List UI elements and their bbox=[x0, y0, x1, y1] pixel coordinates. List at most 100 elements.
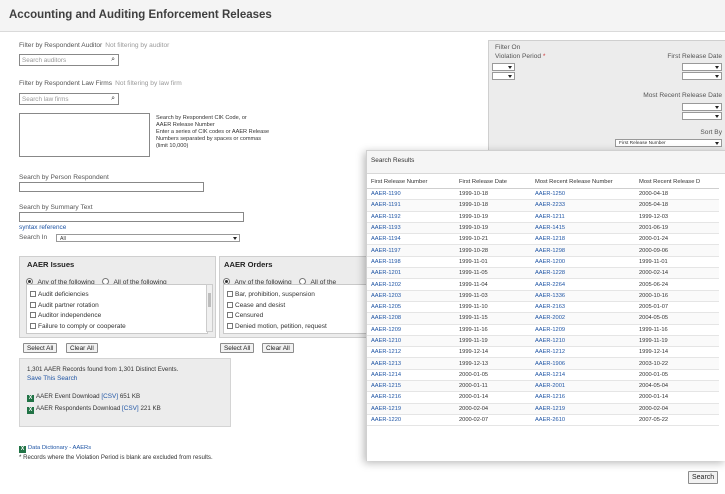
release-number-link[interactable]: AAER-1298 bbox=[531, 244, 635, 257]
release-number-link[interactable]: AAER-1208 bbox=[367, 312, 455, 325]
column-header[interactable]: First Release Date bbox=[455, 176, 531, 189]
release-date-cell: 1999-10-21 bbox=[455, 233, 531, 246]
syntax-reference-link[interactable]: syntax reference bbox=[19, 224, 66, 231]
table-row: AAER-1219 2000-02-04 AAER-1219 2000-02-04 bbox=[367, 403, 719, 415]
release-number-link[interactable]: AAER-1191 bbox=[367, 199, 455, 212]
summary-input[interactable] bbox=[19, 212, 244, 222]
release-number-link[interactable]: AAER-1212 bbox=[531, 346, 635, 359]
list-item[interactable]: Denied motion, petition, request bbox=[227, 322, 366, 334]
release-number-link[interactable]: AAER-1205 bbox=[367, 301, 455, 314]
release-date-cell: 2003-10-22 bbox=[635, 357, 719, 370]
first-release-to-select[interactable] bbox=[682, 72, 722, 80]
release-number-link[interactable]: AAER-1211 bbox=[531, 211, 635, 223]
list-item[interactable]: Bar, prohibition, suspension bbox=[227, 291, 366, 302]
violation-from-select[interactable] bbox=[492, 63, 515, 71]
release-number-link[interactable]: AAER-1215 bbox=[367, 380, 455, 393]
release-number-link[interactable]: AAER-2233 bbox=[531, 199, 635, 212]
release-number-link[interactable]: AAER-1220 bbox=[367, 414, 455, 427]
list-item[interactable]: Failure to comply or cooperate bbox=[30, 322, 207, 334]
release-date-cell: 1999-11-19 bbox=[635, 335, 719, 348]
release-number-link[interactable]: AAER-1201 bbox=[367, 267, 455, 280]
results-table: First Release Number First Release Date … bbox=[367, 176, 719, 427]
release-date-cell: 1999-11-16 bbox=[635, 324, 719, 336]
release-number-link[interactable]: AAER-1250 bbox=[531, 188, 635, 201]
sort-by-select[interactable]: First Release Number bbox=[615, 139, 722, 147]
recent-release-label: Most Recent Release Date bbox=[643, 92, 722, 99]
release-number-link[interactable]: AAER-1190 bbox=[367, 188, 455, 201]
release-number-link[interactable]: AAER-1210 bbox=[531, 335, 635, 348]
issues-select-all-button[interactable]: Select All bbox=[23, 343, 58, 353]
respondents-csv-link[interactable]: [CSV] bbox=[122, 405, 139, 412]
release-number-link[interactable]: AAER-1212 bbox=[367, 346, 455, 359]
release-number-link[interactable]: AAER-1219 bbox=[367, 403, 455, 415]
release-number-link[interactable]: AAER-1202 bbox=[367, 278, 455, 291]
release-number-link[interactable]: AAER-2163 bbox=[531, 301, 635, 314]
release-number-link[interactable]: AAER-2264 bbox=[531, 278, 635, 291]
column-header[interactable]: Most Recent Release Number bbox=[531, 176, 635, 189]
list-item[interactable]: Auditor independence bbox=[30, 312, 207, 323]
first-release-from-select[interactable] bbox=[682, 63, 722, 71]
column-header[interactable]: First Release Number bbox=[367, 176, 455, 189]
search-button[interactable]: Search bbox=[688, 471, 719, 484]
excel-icon: X bbox=[27, 395, 34, 402]
orders-select-all-button[interactable]: Select All bbox=[220, 343, 255, 353]
auditor-search-input[interactable]: Search auditors ⌕ bbox=[19, 54, 119, 66]
release-date-cell: 2000-04-18 bbox=[635, 188, 719, 201]
release-number-link[interactable]: AAER-1194 bbox=[367, 233, 455, 246]
lawfirm-filter-note: Not filtering by law firm bbox=[115, 80, 182, 87]
release-number-link[interactable]: AAER-1203 bbox=[367, 290, 455, 302]
violation-to-select[interactable] bbox=[492, 72, 515, 80]
save-search-link[interactable]: Save This Search bbox=[27, 375, 77, 382]
search-icon[interactable]: ⌕ bbox=[111, 56, 115, 64]
filter-on-title: Filter On bbox=[495, 44, 521, 51]
release-number-link[interactable]: AAER-1197 bbox=[367, 244, 455, 257]
release-number-link[interactable]: AAER-2001 bbox=[531, 380, 635, 393]
search-icon[interactable]: ⌕ bbox=[111, 95, 115, 103]
data-dictionary-link[interactable]: Data Dictionary - AAERs bbox=[28, 445, 91, 451]
person-input[interactable] bbox=[19, 182, 204, 192]
release-date-cell: 1999-11-19 bbox=[455, 335, 531, 348]
release-number-link[interactable]: AAER-1193 bbox=[367, 222, 455, 235]
respondents-download-row: X AAER Respondents Download [CSV] 221 KB bbox=[27, 405, 161, 414]
list-item[interactable]: Censured bbox=[227, 312, 366, 323]
recent-release-from-select[interactable] bbox=[682, 103, 722, 111]
release-number-link[interactable]: AAER-1216 bbox=[531, 391, 635, 404]
list-item[interactable]: Audit deficiencies bbox=[30, 291, 207, 302]
release-number-link[interactable]: AAER-1213 bbox=[367, 357, 455, 370]
lawfirm-filter-label: Filter by Respondent Law Firms Not filter… bbox=[19, 80, 182, 87]
search-in-select[interactable]: All bbox=[56, 234, 240, 242]
list-item[interactable]: Cease and desist bbox=[227, 301, 366, 313]
release-number-link[interactable]: AAER-1415 bbox=[531, 222, 635, 235]
data-dictionary-row: X Data Dictionary - AAERs bbox=[19, 436, 91, 454]
release-number-link[interactable]: AAER-1219 bbox=[531, 403, 635, 415]
release-number-link[interactable]: AAER-1209 bbox=[367, 324, 455, 336]
release-number-link[interactable]: AAER-1200 bbox=[531, 256, 635, 269]
release-number-link[interactable]: AAER-1906 bbox=[531, 357, 635, 370]
issues-scrollbar[interactable] bbox=[206, 284, 213, 332]
orders-clear-all-button[interactable]: Clear All bbox=[262, 343, 294, 353]
cik-textarea[interactable] bbox=[19, 113, 150, 157]
release-date-cell: 1999-12-13 bbox=[455, 357, 531, 370]
release-number-link[interactable]: AAER-1218 bbox=[531, 233, 635, 246]
sort-by-label: Sort By bbox=[700, 129, 722, 136]
release-number-link[interactable]: AAER-2002 bbox=[531, 312, 635, 325]
release-number-link[interactable]: AAER-1214 bbox=[531, 369, 635, 382]
issues-list: Audit deficiencies Audit partner rotatio… bbox=[26, 284, 208, 334]
release-number-link[interactable]: AAER-1192 bbox=[367, 211, 455, 223]
release-number-link[interactable]: AAER-1209 bbox=[531, 324, 635, 336]
release-number-link[interactable]: AAER-1198 bbox=[367, 256, 455, 269]
event-csv-link[interactable]: [CSV] bbox=[101, 393, 118, 400]
release-number-link[interactable]: AAER-1216 bbox=[367, 391, 455, 404]
issues-clear-all-button[interactable]: Clear All bbox=[66, 343, 98, 353]
release-number-link[interactable]: AAER-1336 bbox=[531, 290, 635, 302]
recent-release-to-select[interactable] bbox=[682, 112, 722, 120]
list-item[interactable]: Audit partner rotation bbox=[30, 301, 207, 313]
release-number-link[interactable]: AAER-1210 bbox=[367, 335, 455, 348]
column-header[interactable]: Most Recent Release D bbox=[635, 176, 719, 189]
release-number-link[interactable]: AAER-1214 bbox=[367, 369, 455, 382]
release-date-cell: 2000-02-04 bbox=[635, 403, 719, 415]
release-number-link[interactable]: AAER-2610 bbox=[531, 414, 635, 427]
table-row: AAER-1214 2000-01-05 AAER-1214 2000-01-05 bbox=[367, 369, 719, 382]
release-number-link[interactable]: AAER-1228 bbox=[531, 267, 635, 280]
lawfirm-search-input[interactable]: Search law firms ⌕ bbox=[19, 93, 119, 105]
